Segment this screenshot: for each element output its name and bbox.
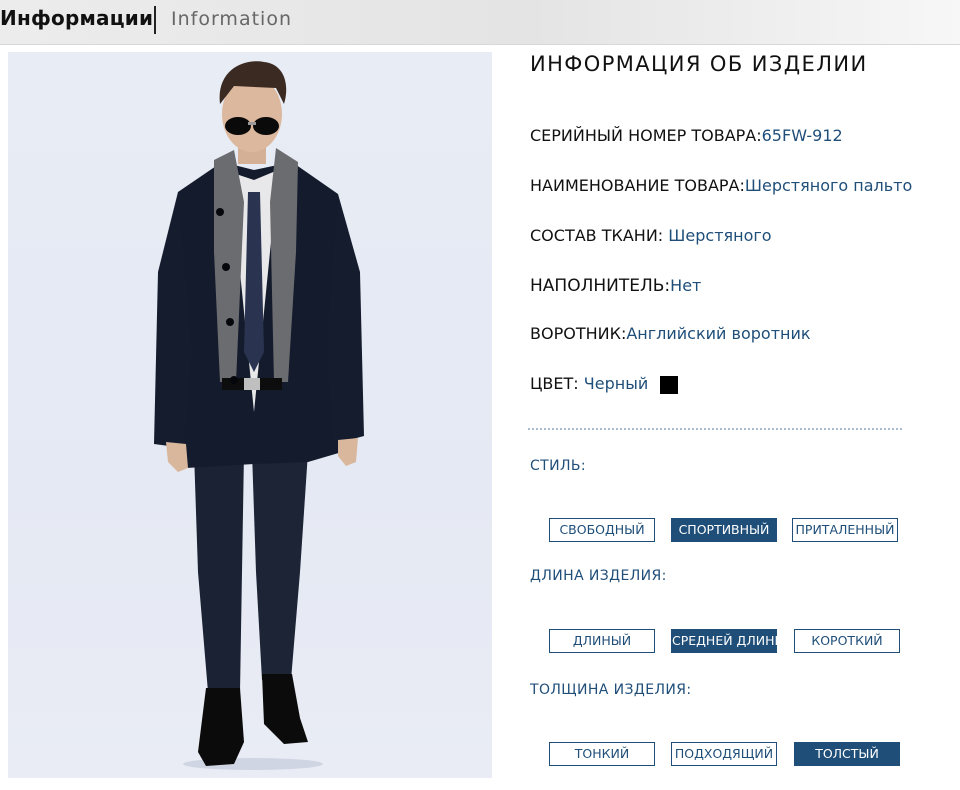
info-row-collar: ВОРОТНИК:Английский воротник [530,324,811,343]
color-swatch [660,376,678,394]
style-option-sport[interactable]: СПОРТИВНЫЙ [671,518,777,542]
info-value: Английский воротник [626,324,811,343]
info-label: СЕРИЙНЫЙ НОМЕР ТОВАРА: [530,126,762,145]
length-option-medium[interactable]: СРЕДНЕЙ ДЛИНЫ [671,629,786,653]
info-value: Шерстяного пальто [744,176,913,195]
info-value: Черный [583,374,649,393]
header-title: Информации [0,6,154,30]
info-value: 65FW-912 [761,126,843,145]
info-row-fabric: СОСТАВ ТКАНИ: Шерстяного [530,226,772,245]
style-label: СТИЛЬ: [530,458,587,474]
info-label: ЦВЕТ: [530,374,584,393]
info-label: НАПОЛНИТЕЛЬ: [530,276,671,296]
info-row-filler: НАПОЛНИТЕЛЬ:Нет [530,276,701,296]
info-row-serial: СЕРИЙНЫЙ НОМЕР ТОВАРА:65FW-912 [530,126,843,145]
info-value: Шерстяного [668,226,772,245]
info-label: СОСТАВ ТКАНИ: [530,226,669,245]
header-divider [154,6,156,34]
info-label: НАИМЕНОВАНИЕ ТОВАРА: [530,176,745,195]
thickness-option-medium[interactable]: ПОДХОДЯЩИЙ [671,742,777,766]
style-option-fitted[interactable]: ПРИТАЛЕННЫЙ [792,518,898,542]
thickness-option-thin[interactable]: ТОНКИЙ [549,742,655,766]
product-info-title: ИНФОРМАЦИЯ ОБ ИЗДЕЛИИ [530,52,868,76]
header-bar: Информации Information [0,0,960,44]
length-label: ДЛИНА ИЗДЕЛИЯ: [530,568,667,584]
info-label: ВОРОТНИК: [530,324,627,343]
length-option-long[interactable]: ДЛИНЫЙ [549,629,655,653]
info-value: Нет [670,276,702,295]
info-row-color: ЦВЕТ: Черный [530,374,648,393]
section-divider [528,428,904,430]
model-illustration [154,61,364,770]
length-option-short[interactable]: КОРОТКИЙ [794,629,900,653]
header-subtitle: Information [171,8,292,30]
style-option-loose[interactable]: СВОБОДНЫЙ [549,518,655,542]
thickness-label: ТОЛЩИНА ИЗДЕЛИЯ: [530,682,692,698]
product-photo [8,52,492,778]
thickness-option-thick[interactable]: ТОЛСТЫЙ [794,742,900,766]
info-row-name: НАИМЕНОВАНИЕ ТОВАРА:Шерстяного пальто [530,176,912,195]
